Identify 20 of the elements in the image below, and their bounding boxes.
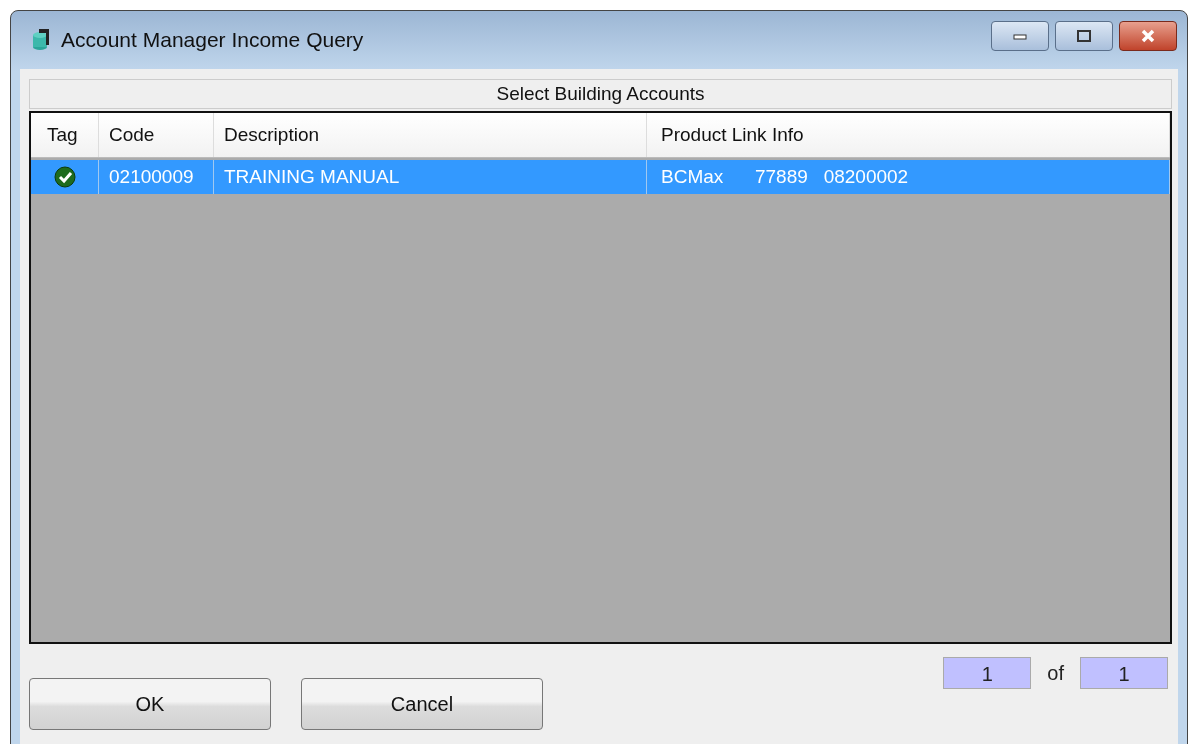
column-header[interactable]: Description <box>214 113 647 157</box>
maximize-button[interactable] <box>1055 21 1113 51</box>
window-title: Account Manager Income Query <box>61 28 364 52</box>
ok-button[interactable]: OK <box>29 678 271 730</box>
minimize-button[interactable] <box>991 21 1049 51</box>
table-cell: BCMax 77889 08200002 <box>647 160 1170 194</box>
of-label: of <box>1046 661 1065 685</box>
table-cell: TRAINING MANUAL <box>214 160 647 194</box>
page-field[interactable]: 1 <box>943 657 1032 689</box>
page-count-field: 1 <box>1080 657 1168 689</box>
panel-header: Select Building Accounts <box>29 79 1172 109</box>
table-cell: 02100009 <box>99 160 214 194</box>
column-header[interactable]: Tag <box>31 113 99 157</box>
close-icon <box>1139 29 1157 43</box>
cancel-button[interactable]: Cancel <box>301 678 543 730</box>
column-header[interactable]: Product Link Info <box>647 113 1170 157</box>
column-header[interactable]: Code <box>99 113 214 157</box>
maximize-icon <box>1076 30 1092 42</box>
close-button[interactable] <box>1119 21 1177 51</box>
minimize-icon <box>1012 32 1028 40</box>
